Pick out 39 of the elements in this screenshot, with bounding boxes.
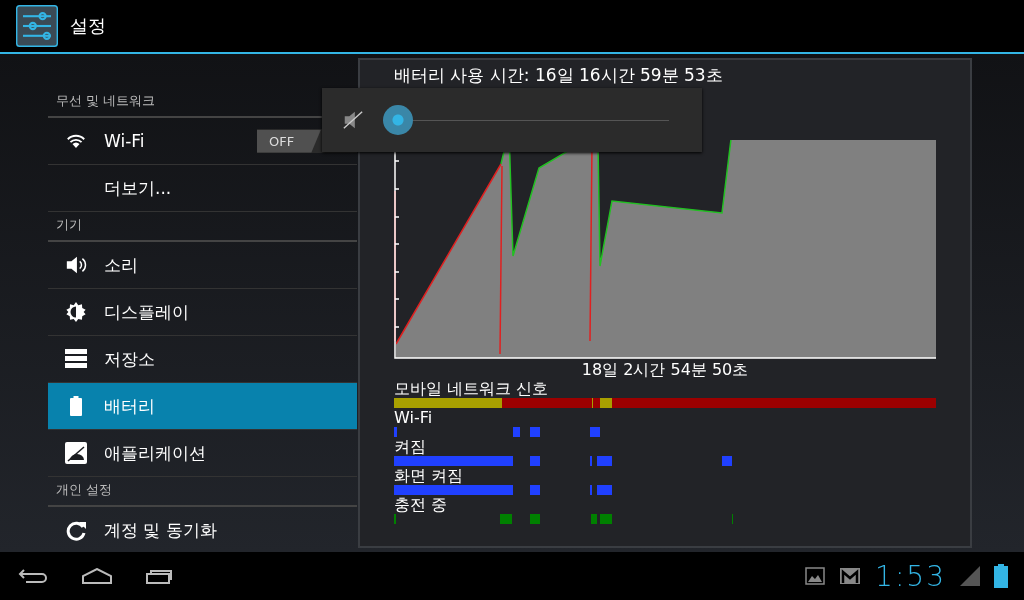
settings-item[interactable]: 배터리 xyxy=(48,383,357,430)
item-label: 디스플레이 xyxy=(104,300,190,324)
item-label: 계정 및 동기화 xyxy=(104,518,218,542)
slider-thumb[interactable] xyxy=(383,105,413,135)
settings-item[interactable]: 소리 xyxy=(48,242,357,289)
settings-item[interactable]: 디스플레이 xyxy=(48,289,357,336)
clock-time: 1:53 xyxy=(875,559,946,593)
battery-usage-time: 배터리 사용 시간: 16일 16시간 59분 53초 xyxy=(394,64,724,86)
timeline-label: Wi-Fi xyxy=(394,409,434,427)
muted-speaker-icon[interactable] xyxy=(342,109,364,131)
back-icon[interactable] xyxy=(18,568,48,584)
settings-item[interactable]: 애플리케이션 xyxy=(48,430,357,477)
wifi-icon xyxy=(65,133,87,149)
section-header: 기기 xyxy=(48,216,357,242)
picture-icon xyxy=(805,567,826,585)
storage-icon xyxy=(65,349,87,369)
battery-level-icon xyxy=(994,564,1008,588)
timeline-label: 충전 중 xyxy=(394,496,449,514)
section-header: 개인 설정 xyxy=(48,481,357,507)
item-label: 저장소 xyxy=(104,347,156,371)
speaker-icon xyxy=(65,254,87,276)
sync-icon xyxy=(65,519,87,541)
item-label: 배터리 xyxy=(104,394,156,418)
home-icon[interactable] xyxy=(82,568,112,584)
battery-icon xyxy=(70,396,82,416)
item-label: 소리 xyxy=(104,253,139,277)
timeline-label: 화면 켜짐 xyxy=(394,467,465,485)
item-label: Wi-Fi xyxy=(104,131,146,151)
settings-item[interactable]: 더보기... xyxy=(48,165,357,212)
settings-sliders-icon[interactable] xyxy=(16,5,58,47)
timeline-label: 켜짐 xyxy=(394,438,427,456)
brightness-icon xyxy=(65,301,87,323)
timeline-label: 모바일 네트워크 신호 xyxy=(394,380,550,398)
app-title: 설정 xyxy=(70,14,106,38)
signal-icon xyxy=(960,566,980,586)
graph-caption: 18일 2시간 54분 50초 xyxy=(580,361,750,379)
item-label: 애플리케이션 xyxy=(104,441,207,465)
item-label: 더보기... xyxy=(104,176,173,200)
mail-icon xyxy=(839,567,862,585)
